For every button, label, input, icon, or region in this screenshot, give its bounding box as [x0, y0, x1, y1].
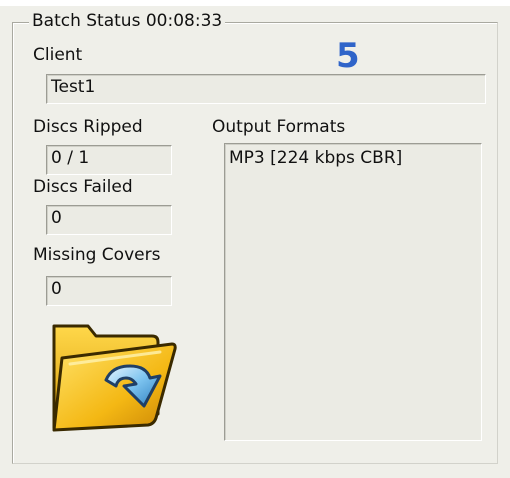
discs-ripped-label: Discs Ripped [33, 117, 143, 137]
output-formats-list[interactable]: MP3 [224 kbps CBR] [224, 143, 482, 441]
folder-arrow-icon[interactable] [48, 318, 180, 434]
output-formats-label: Output Formats [212, 117, 346, 137]
step-number-marker: 5 [336, 36, 360, 76]
folder-arrow-graphic [52, 324, 177, 432]
window-top-edge [0, 0, 510, 6]
list-item[interactable]: MP3 [224 kbps CBR] [229, 146, 477, 170]
discs-failed-field[interactable]: 0 [46, 205, 172, 235]
batch-status-title: Batch Status 00:08:33 [29, 10, 226, 32]
discs-ripped-field[interactable]: 0 / 1 [46, 145, 172, 175]
missing-covers-label: Missing Covers [33, 245, 161, 265]
client-field[interactable]: Test1 [46, 74, 486, 104]
discs-failed-label: Discs Failed [33, 177, 133, 197]
client-label: Client [33, 45, 83, 65]
missing-covers-field[interactable]: 0 [46, 276, 172, 306]
